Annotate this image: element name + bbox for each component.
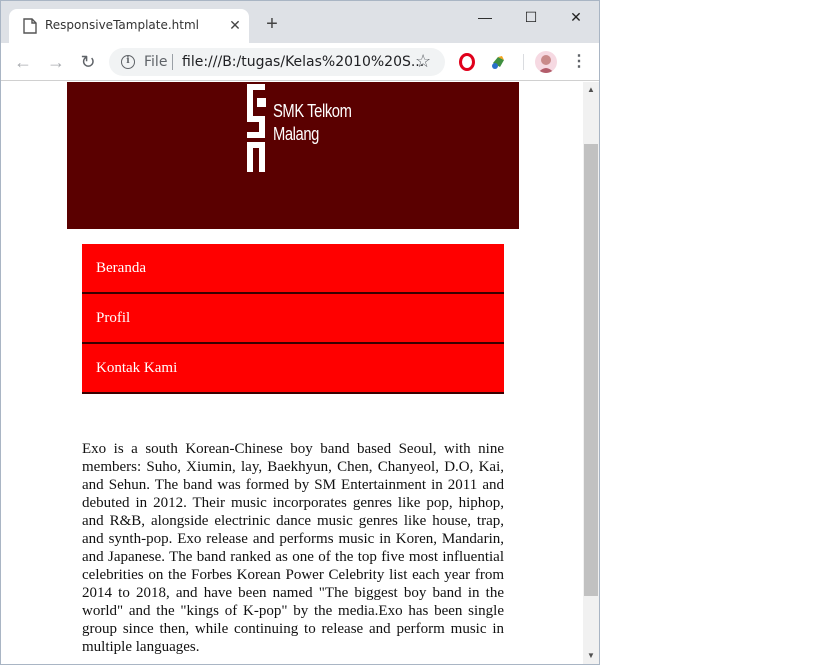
article-paragraph: Exo is a south Korean-Chinese boy band b… [82,441,504,655]
opera-extension-icon[interactable] [459,53,475,71]
browser-toolbar: ← → ↻ i File file:///B:/tugas/Kelas%2010… [1,43,599,81]
address-bar[interactable]: i File file:///B:/tugas/Kelas%2010%20S..… [109,48,445,76]
close-tab-icon[interactable]: ✕ [227,17,243,33]
info-icon[interactable]: i [121,55,135,69]
nav-item-profil[interactable]: Profil [82,294,504,344]
main-nav: Beranda Profil Kontak Kami [82,244,504,394]
omnibox-divider [172,54,173,70]
new-tab-button[interactable]: + [263,14,281,34]
profile-avatar[interactable] [535,51,557,73]
scheme-label: File [144,54,168,70]
close-window-button[interactable]: ✕ [553,6,599,28]
minimize-button[interactable]: — [462,6,508,28]
scroll-down-arrow-icon[interactable]: ▼ [583,648,599,664]
tab-title: ResponsiveTamplate.html [45,18,199,32]
site-header: SMK Telkom Malang [67,82,519,229]
page-icon [23,18,37,34]
scrollbar-thumb[interactable] [584,144,598,596]
maximize-button[interactable]: ☐ [508,6,554,28]
logo-text: SMK Telkom Malang [273,100,352,146]
url-text[interactable]: file:///B:/tugas/Kelas%2010%20S... [182,54,424,70]
forward-button[interactable]: → [46,52,66,72]
bookmark-star-icon[interactable]: ☆ [415,51,431,72]
logo-line-2: Malang [273,124,319,144]
browser-menu-icon[interactable]: ⋮ [571,52,587,72]
vertical-scrollbar[interactable]: ▲ ▼ [583,82,599,664]
nav-item-kontak-kami[interactable]: Kontak Kami [82,344,504,394]
browser-window: ResponsiveTamplate.html ✕ + — ☐ ✕ ← → ↻ … [0,0,600,665]
extension-icon[interactable] [490,54,507,70]
page-viewport: SMK Telkom Malang Beranda Profil Kontak … [1,82,583,664]
toolbar-divider [523,54,524,70]
scroll-up-arrow-icon[interactable]: ▲ [583,82,599,98]
tab-strip: ResponsiveTamplate.html ✕ + — ☐ ✕ [1,1,599,43]
back-button[interactable]: ← [13,52,33,72]
browser-tab[interactable]: ResponsiveTamplate.html ✕ [9,9,249,43]
nav-item-beranda[interactable]: Beranda [82,244,504,294]
reload-button[interactable]: ↻ [78,52,98,72]
logo-line-1: SMK Telkom [273,101,352,121]
